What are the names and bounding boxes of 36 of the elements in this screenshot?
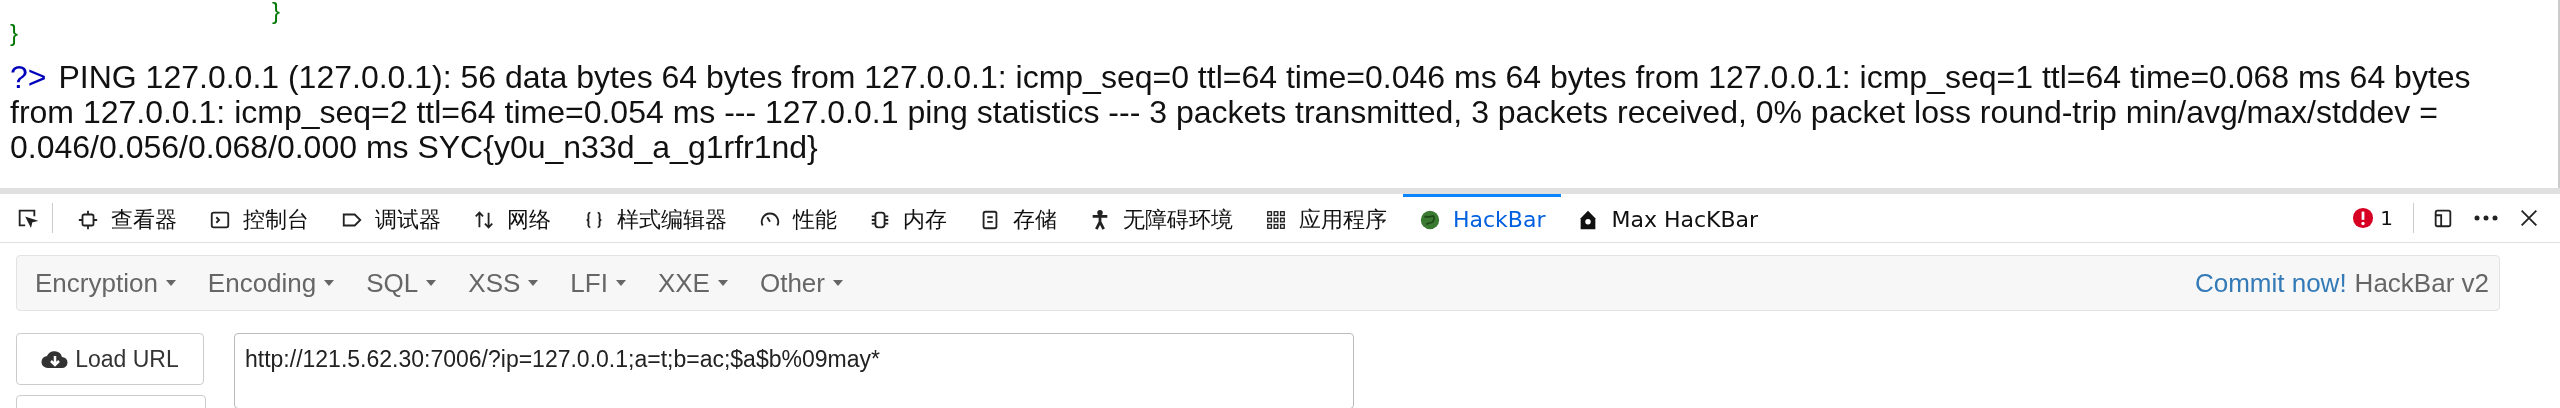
arrows-icon — [473, 208, 495, 231]
dropdown-menu[interactable]: Encryption — [23, 267, 196, 299]
close-icon[interactable] — [2518, 207, 2540, 229]
dropdown-menu[interactable]: SQL — [354, 267, 457, 299]
devtools-tab[interactable]: 内存 — [853, 194, 963, 242]
grid-icon — [1265, 208, 1287, 231]
dropdown-menu[interactable]: Encoding — [195, 267, 355, 299]
cloud-download-icon — [41, 348, 70, 370]
box-icon — [77, 208, 99, 231]
more-icon[interactable] — [2474, 214, 2498, 222]
devtools-tab[interactable]: HackBar — [1403, 194, 1562, 242]
version-label: HackBar v2 — [2354, 267, 2489, 299]
devtools-tab[interactable]: 网络 — [457, 194, 567, 242]
devtools-tab[interactable]: 性能 — [743, 194, 853, 242]
devtools-tab[interactable]: 样式编辑器 — [567, 194, 743, 242]
code-line: } — [272, 0, 281, 22]
commit-link[interactable]: Commit now! — [2194, 267, 2347, 299]
load-url-button[interactable]: Load URL — [16, 333, 204, 385]
dropdown-menu[interactable]: LFI — [558, 267, 646, 299]
error-count[interactable]: 1 — [2380, 206, 2393, 230]
dock-icon[interactable] — [2432, 207, 2454, 229]
code-line: } — [10, 22, 19, 44]
devtools-tab[interactable]: 存储 — [963, 194, 1073, 242]
ping-output: ?> PING 127.0.0.1 (127.0.0.1): 56 data bytes 64 bytes from 127.0.0.1: icmp_seq=0 ttl=64 time=0.046 ms 64 bytes from 127.0.0.1: icmp_seq=1 ttl=64 time=0.068 ms 64 bytes from 127.0.0.1: icmp_seq=2 ttl=64 time=0.054 ms --- 127.0.0.1 ping statistics --- 3 packets transmitted, 3 packets received, 0% packet loss round-trip min/avg/max/stddev = 0.046/0.056/0.068/0.000 ms SYC{y0u_n33d_a_g1rfr1nd} — [10, 60, 2472, 165]
devtools-tab[interactable]: 应用程序 — [1249, 194, 1403, 242]
devtools-tab[interactable]: 调试器 — [325, 194, 457, 242]
globe-icon — [1419, 208, 1441, 231]
devtools-tab[interactable]: 查看器 — [61, 194, 193, 242]
dropdown-menu[interactable]: XXE — [645, 267, 748, 299]
dropdown-menu[interactable]: Other — [747, 267, 863, 299]
url-field[interactable]: http://121.5.62.30:7006/?ip=127.0.0.1;a=t;b=ac;$a$b%09may* — [234, 333, 1354, 408]
devtools-tab[interactable]: Max HacKBar — [1561, 194, 1775, 242]
dropdown-menu[interactable]: XSS — [456, 267, 559, 299]
devtools-tab[interactable]: 控制台 — [193, 194, 325, 242]
devtools-tab[interactable]: 无障碍环境 — [1073, 194, 1249, 242]
error-icon — [2352, 207, 2375, 229]
